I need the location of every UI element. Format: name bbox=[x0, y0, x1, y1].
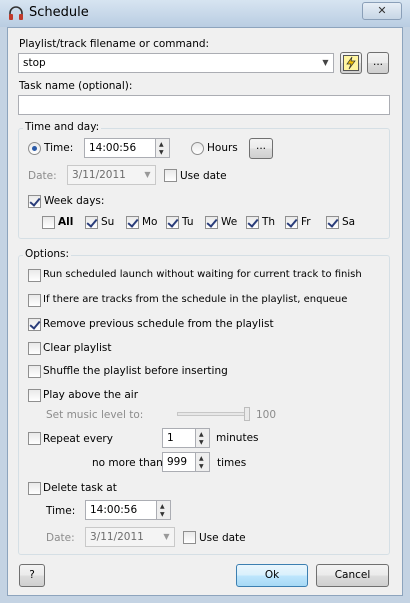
day-mo-checkbox[interactable] bbox=[126, 216, 139, 229]
run-scheduled-label: Run scheduled launch without waiting for… bbox=[43, 269, 362, 280]
clear-playlist-checkbox[interactable] bbox=[28, 342, 41, 355]
task-name-input[interactable] bbox=[18, 95, 390, 115]
enqueue-label: If there are tracks from the schedule in… bbox=[43, 294, 348, 305]
delete-date-label: Date: bbox=[46, 532, 75, 544]
day-all-checkbox[interactable] bbox=[42, 216, 55, 229]
week-days-label: Week days: bbox=[44, 195, 105, 207]
music-level-slider-track bbox=[177, 412, 248, 416]
day-all-label: All bbox=[58, 216, 74, 228]
command-action-button[interactable] bbox=[340, 52, 362, 74]
day-fr-label: Fr bbox=[301, 216, 311, 228]
delete-task-label: Delete task at bbox=[43, 482, 117, 494]
minutes-label: minutes bbox=[216, 432, 259, 444]
day-we-label: We bbox=[221, 216, 238, 228]
day-th-checkbox[interactable] bbox=[246, 216, 259, 229]
day-mo-label: Mo bbox=[142, 216, 158, 228]
week-days-checkbox[interactable] bbox=[28, 195, 41, 208]
command-combobox[interactable]: stop ▼ bbox=[18, 53, 334, 73]
ok-button[interactable]: Ok bbox=[236, 564, 308, 587]
headphones-icon bbox=[9, 6, 23, 20]
date-label: Date: bbox=[28, 170, 57, 182]
times-spinner[interactable]: ▲ ▼ bbox=[195, 452, 210, 472]
music-level-slider-thumb[interactable] bbox=[244, 407, 250, 421]
time-spinner[interactable]: ▲ ▼ bbox=[155, 138, 170, 158]
close-icon: ✕ bbox=[377, 4, 387, 17]
repeat-checkbox[interactable] bbox=[28, 432, 41, 445]
day-su-label: Su bbox=[101, 216, 115, 228]
time-radio[interactable] bbox=[28, 142, 41, 155]
lightning-icon bbox=[343, 55, 359, 71]
chevron-down-icon[interactable]: ▼ bbox=[159, 528, 174, 546]
chevron-down-icon[interactable]: ▼ bbox=[318, 54, 333, 72]
date-value: 3/11/2011 bbox=[72, 169, 126, 181]
day-sa-checkbox[interactable] bbox=[326, 216, 339, 229]
day-tu-label: Tu bbox=[182, 216, 194, 228]
remove-previous-checkbox[interactable] bbox=[28, 318, 41, 331]
time-day-group-title: Time and day: bbox=[23, 121, 102, 133]
day-fr-checkbox[interactable] bbox=[285, 216, 298, 229]
delete-task-checkbox[interactable] bbox=[28, 482, 41, 495]
browse-button[interactable]: ... bbox=[367, 52, 389, 74]
delete-date-value: 3/11/2011 bbox=[90, 531, 144, 543]
delete-time-label: Time: bbox=[46, 505, 76, 517]
help-button[interactable]: ? bbox=[19, 564, 45, 587]
day-th-label: Th bbox=[262, 216, 276, 228]
cancel-button[interactable]: Cancel bbox=[316, 564, 389, 587]
command-label: Playlist/track filename or command: bbox=[19, 38, 210, 50]
hours-radio[interactable] bbox=[191, 142, 204, 155]
times-input[interactable]: 999 bbox=[162, 452, 196, 472]
window-title: Schedule bbox=[29, 5, 89, 20]
repeat-interval-spinner[interactable]: ▲ ▼ bbox=[195, 428, 210, 448]
use-date-label: Use date bbox=[180, 170, 227, 182]
close-button[interactable]: ✕ bbox=[362, 2, 402, 20]
task-name-label: Task name (optional): bbox=[19, 80, 133, 92]
use-date-checkbox[interactable] bbox=[164, 169, 177, 182]
clear-playlist-label: Clear playlist bbox=[43, 342, 112, 354]
times-label: times bbox=[217, 457, 247, 469]
date-combobox[interactable]: 3/11/2011 ▼ bbox=[67, 165, 156, 185]
shuffle-checkbox[interactable] bbox=[28, 365, 41, 378]
time-radio-label: Time: bbox=[44, 142, 74, 154]
delete-time-spinner[interactable]: ▲ ▼ bbox=[156, 500, 171, 520]
run-scheduled-checkbox[interactable] bbox=[28, 269, 41, 282]
delete-use-date-label: Use date bbox=[199, 532, 246, 544]
hours-button[interactable]: ... bbox=[249, 138, 273, 159]
hours-radio-label: Hours bbox=[207, 142, 238, 154]
no-more-than-label: no more than bbox=[92, 457, 163, 469]
delete-time-input[interactable]: 14:00:56 bbox=[85, 500, 157, 520]
title-bar: Schedule ✕ bbox=[0, 0, 410, 27]
play-above-label: Play above the air bbox=[43, 389, 139, 401]
chevron-down-icon[interactable]: ▼ bbox=[140, 166, 155, 184]
delete-date-combobox[interactable]: 3/11/2011 ▼ bbox=[85, 527, 175, 547]
time-input[interactable]: 14:00:56 bbox=[84, 138, 156, 158]
music-level-label: Set music level to: bbox=[46, 409, 144, 421]
day-we-checkbox[interactable] bbox=[205, 216, 218, 229]
day-tu-checkbox[interactable] bbox=[166, 216, 179, 229]
command-value: stop bbox=[23, 57, 46, 69]
repeat-label: Repeat every bbox=[43, 433, 113, 445]
repeat-interval-input[interactable]: 1 bbox=[162, 428, 196, 448]
delete-use-date-checkbox[interactable] bbox=[183, 531, 196, 544]
shuffle-label: Shuffle the playlist before inserting bbox=[43, 365, 228, 377]
day-su-checkbox[interactable] bbox=[85, 216, 98, 229]
enqueue-checkbox[interactable] bbox=[28, 294, 41, 307]
day-sa-label: Sa bbox=[342, 216, 356, 228]
music-level-value: 100 bbox=[256, 409, 277, 421]
play-above-checkbox[interactable] bbox=[28, 389, 41, 402]
remove-previous-label: Remove previous schedule from the playli… bbox=[43, 318, 274, 330]
options-group-title: Options: bbox=[23, 248, 72, 260]
